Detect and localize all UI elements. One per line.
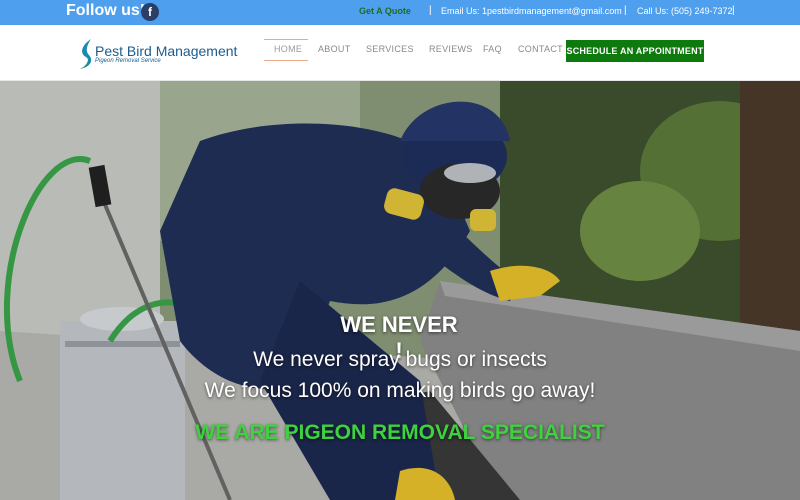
separator: | <box>429 5 432 16</box>
pigeon-logo-icon[interactable] <box>76 37 96 71</box>
nav-reviews[interactable]: REVIEWS <box>429 44 473 54</box>
hero-banner: WE NEVER ! We never spray bugs or insect… <box>0 81 800 500</box>
brand-tagline: Pigeon Removal Service <box>95 58 161 64</box>
top-bar: Follow us! f Get A Quote | Email Us: 1pe… <box>0 0 800 25</box>
nav-services[interactable]: SERVICES <box>366 44 414 54</box>
schedule-appointment-button[interactable]: SCHEDULE AN APPOINTMENT <box>566 40 704 62</box>
facebook-icon[interactable]: f <box>141 3 159 21</box>
hero-line-2: We focus 100% on making birds go away! <box>204 379 596 402</box>
email-link[interactable]: Email Us: 1pestbirdmanagement@gmail.com <box>441 6 622 16</box>
phone-link[interactable]: Call Us: (505) 249-7372 <box>637 6 733 16</box>
nav-contact[interactable]: CONTACT <box>518 44 563 54</box>
hero-tagline: WE ARE PIGEON REMOVAL SPECIALIST <box>195 421 605 444</box>
separator: | <box>732 5 735 16</box>
brand-name[interactable]: Pest Bird Management <box>95 43 237 59</box>
nav-about[interactable]: ABOUT <box>318 44 351 54</box>
hero-line-1: We never spray bugs or insects <box>253 348 547 371</box>
active-indicator-top <box>264 39 308 40</box>
get-a-quote-link[interactable]: Get A Quote <box>359 6 411 16</box>
separator: | <box>624 5 627 16</box>
active-indicator-bottom <box>264 60 308 61</box>
nav-faq[interactable]: FAQ <box>483 44 502 54</box>
follow-us-label: Follow us! <box>66 2 146 19</box>
nav-home[interactable]: HOME <box>274 44 302 54</box>
site-header: Pest Bird Management Pigeon Removal Serv… <box>0 25 800 81</box>
